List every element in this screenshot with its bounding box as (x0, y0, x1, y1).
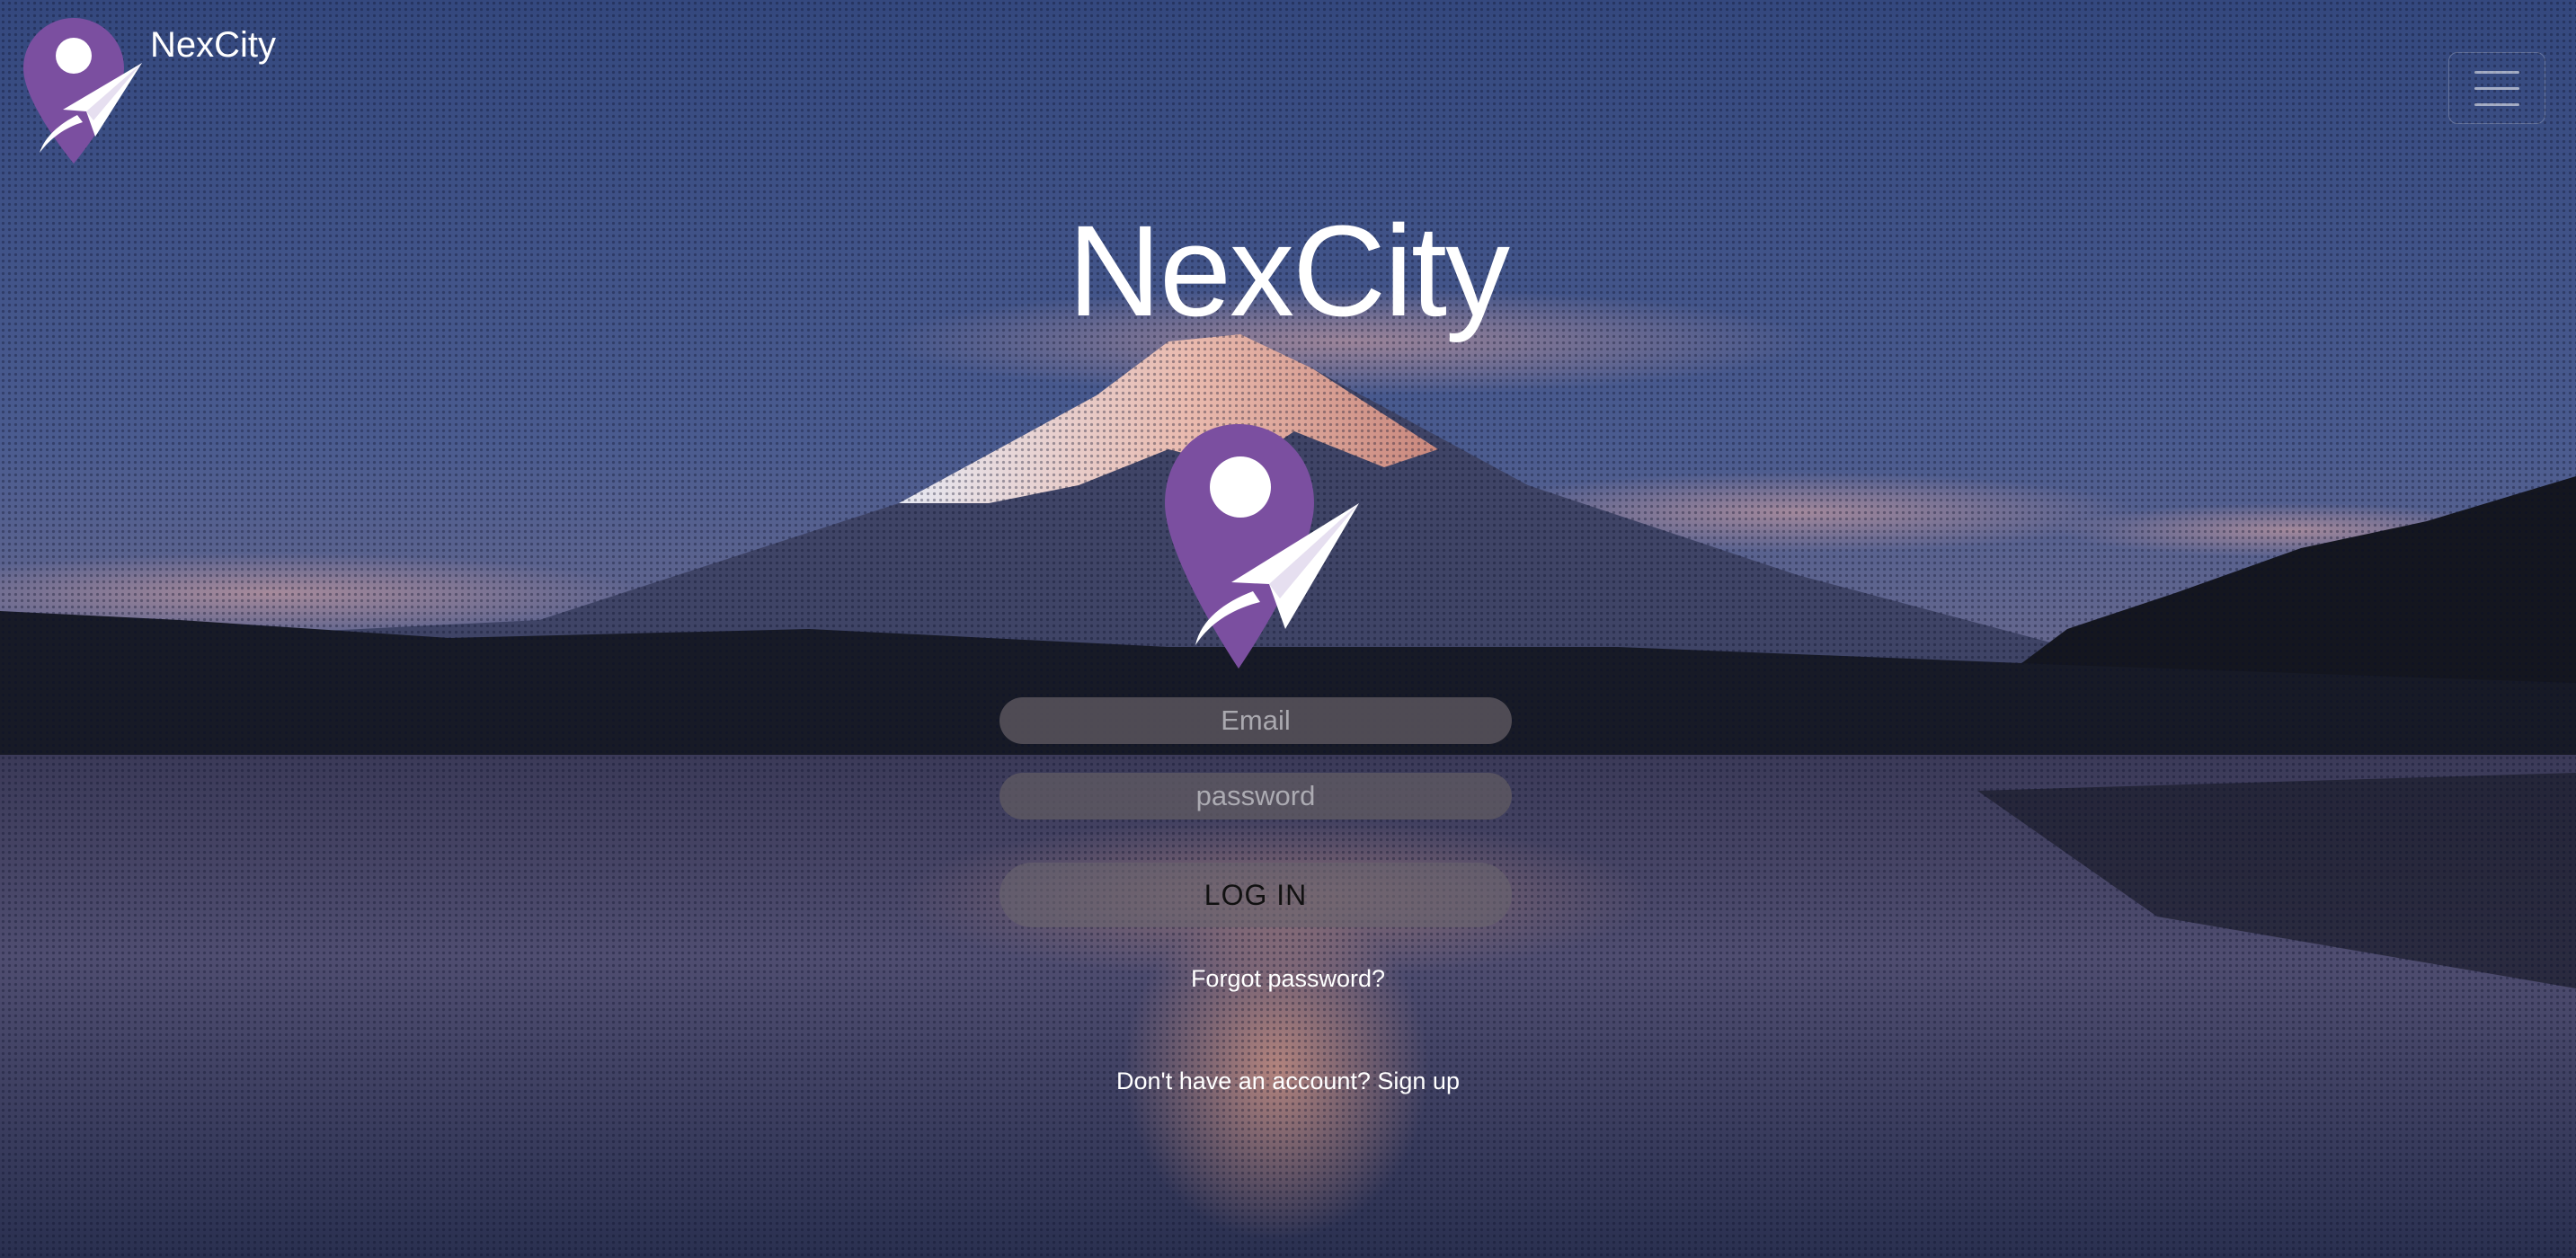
navbar-brand[interactable]: NexCity (150, 24, 276, 66)
page-title: NexCity (1067, 199, 1510, 343)
forgot-password-link[interactable]: Forgot password? (973, 965, 1603, 993)
login-button[interactable]: LOG IN (999, 863, 1512, 927)
email-field[interactable] (999, 697, 1512, 744)
hero-logo (1159, 424, 1366, 678)
signup-link[interactable]: Don't have an account? Sign up (973, 1068, 1603, 1095)
navbar-logo-link[interactable] (23, 18, 142, 164)
location-pin-paper-plane-icon (1165, 424, 1359, 669)
login-page: NexCity NexCity LOG IN Forgot password? … (0, 0, 2576, 1258)
location-pin-paper-plane-icon (23, 18, 142, 164)
hamburger-menu-button[interactable] (2448, 52, 2545, 124)
password-field[interactable] (999, 773, 1512, 819)
